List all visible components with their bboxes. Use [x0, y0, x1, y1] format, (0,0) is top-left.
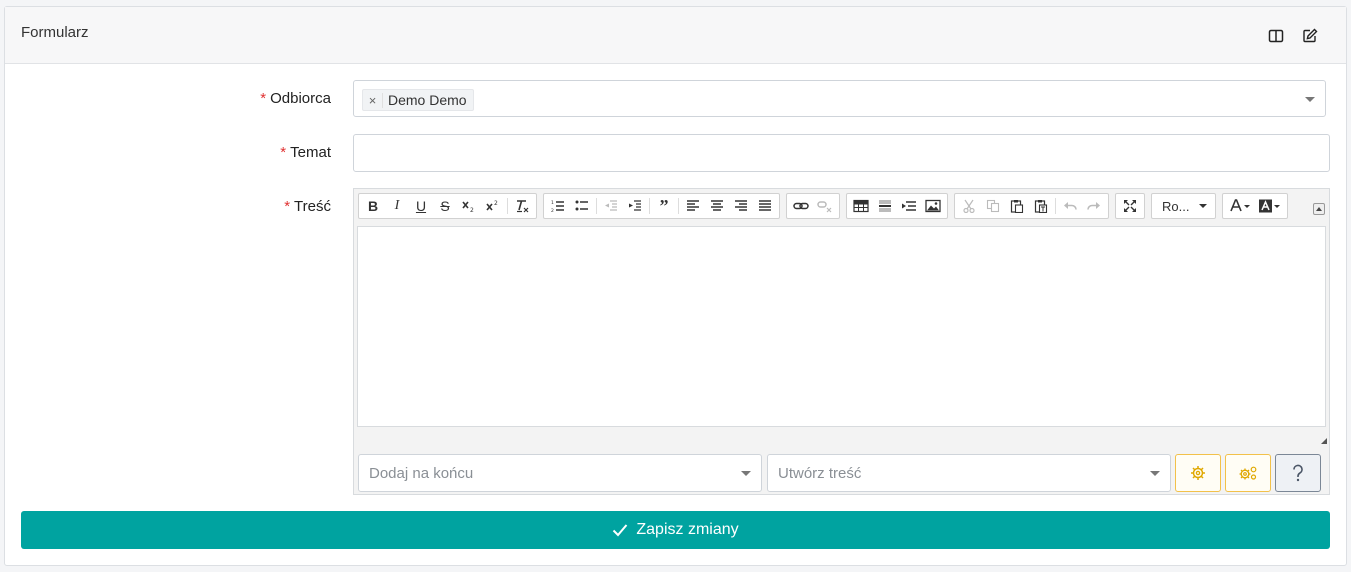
font-combo[interactable]: Ro...	[1154, 195, 1213, 217]
paste-text-icon[interactable]	[1029, 195, 1053, 217]
question-icon	[1293, 464, 1303, 482]
svg-text:2: 2	[551, 208, 554, 213]
panel-header: Formularz	[5, 7, 1346, 64]
bold-icon[interactable]: B	[361, 195, 385, 217]
undo-icon[interactable]	[1058, 195, 1082, 217]
toolbar-group-tools	[1115, 193, 1145, 219]
chevron-down-icon	[741, 471, 751, 476]
gear-icon	[1191, 466, 1205, 480]
underline-icon[interactable]: U	[409, 195, 433, 217]
recipient-select[interactable]: × Demo Demo	[353, 80, 1326, 117]
toolbar-group-links	[786, 193, 840, 219]
align-left-icon[interactable]	[681, 195, 705, 217]
toolbar-group-insert	[846, 193, 948, 219]
toolbar-collapse-button[interactable]	[1313, 203, 1325, 215]
toolbar-separator	[649, 198, 650, 214]
create-select-placeholder: Utwórz treść	[778, 465, 862, 482]
toolbar-group-basicstyles: B I U S 2 2	[358, 193, 537, 219]
align-right-icon[interactable]	[729, 195, 753, 217]
rich-text-editor: B I U S 2 2 12 ” Ro... Dodaj na końcu Ut…	[353, 188, 1330, 495]
align-center-icon[interactable]	[705, 195, 729, 217]
edit-icon	[1303, 28, 1318, 43]
numbered-list-icon[interactable]: 12	[546, 195, 570, 217]
edit-button[interactable]	[1297, 23, 1323, 49]
chevron-down-icon	[1150, 471, 1160, 476]
recipient-chip: × Demo Demo	[362, 89, 474, 111]
svg-text:2: 2	[470, 207, 474, 213]
toolbar-separator	[596, 198, 597, 214]
resize-handle-icon[interactable]	[1321, 438, 1327, 444]
strikethrough-icon[interactable]: S	[433, 195, 457, 217]
gears-icon	[1239, 466, 1257, 480]
help-button[interactable]	[1275, 454, 1321, 492]
text-color-icon[interactable]	[1225, 195, 1255, 217]
subject-label: * Temat	[280, 144, 331, 161]
columns-button[interactable]	[1263, 23, 1289, 49]
create-content-select[interactable]: Utwórz treść	[767, 454, 1171, 492]
italic-icon[interactable]: I	[385, 195, 409, 217]
toolbar-separator	[678, 198, 679, 214]
maximize-icon[interactable]	[1118, 195, 1142, 217]
redo-icon[interactable]	[1082, 195, 1106, 217]
unlink-icon[interactable]	[813, 195, 837, 217]
chip-label: Demo Demo	[388, 92, 467, 108]
subscript-icon[interactable]: 2	[457, 195, 481, 217]
required-mark: *	[280, 144, 287, 161]
toolbar-group-lists: 12 ”	[543, 193, 780, 219]
save-button[interactable]: Zapisz zmiany	[21, 511, 1330, 549]
required-mark: *	[284, 198, 291, 215]
check-icon	[613, 524, 628, 537]
blockquote-icon[interactable]: ”	[652, 195, 676, 217]
body-label-text: Treść	[294, 198, 331, 215]
toolbar-separator	[1055, 198, 1056, 214]
panel-title: Formularz	[21, 24, 89, 41]
link-icon[interactable]	[789, 195, 813, 217]
indent-icon[interactable]	[623, 195, 647, 217]
superscript-icon[interactable]: 2	[481, 195, 505, 217]
page-break-icon[interactable]	[897, 195, 921, 217]
append-select-placeholder: Dodaj na końcu	[369, 465, 474, 482]
editor-content-area[interactable]	[357, 226, 1326, 427]
recipient-label-text: Odbiorca	[270, 90, 331, 107]
image-icon[interactable]	[921, 195, 945, 217]
background-color-icon[interactable]	[1255, 195, 1285, 217]
chevron-down-icon	[1199, 204, 1208, 208]
svg-text:2: 2	[494, 200, 498, 207]
columns-icon	[1268, 29, 1284, 43]
required-mark: *	[260, 90, 267, 107]
toolbar-separator	[507, 198, 508, 214]
horizontal-line-icon[interactable]	[873, 195, 897, 217]
font-combo-label: Ro...	[1162, 198, 1190, 214]
append-select[interactable]: Dodaj na końcu	[358, 454, 762, 492]
toolbar-group-styles: Ro...	[1151, 193, 1217, 219]
subject-input[interactable]	[353, 134, 1330, 172]
align-justify-icon[interactable]	[753, 195, 777, 217]
svg-text:1: 1	[551, 200, 554, 206]
body-label: * Treść	[284, 198, 331, 215]
chip-remove-button[interactable]: ×	[363, 92, 383, 108]
form-panel: Formularz * Odbiorca × Demo Demo * Temat *…	[4, 6, 1347, 566]
advanced-settings-button[interactable]	[1225, 454, 1271, 492]
paste-icon[interactable]	[1005, 195, 1029, 217]
toolbar-group-clipboard	[954, 193, 1109, 219]
cut-icon[interactable]	[957, 195, 981, 217]
save-button-label: Zapisz zmiany	[636, 521, 739, 538]
remove-format-icon[interactable]	[510, 195, 534, 217]
toolbar-group-colors	[1222, 193, 1289, 219]
settings-button[interactable]	[1175, 454, 1221, 492]
subject-label-text: Temat	[290, 144, 331, 161]
outdent-icon[interactable]	[599, 195, 623, 217]
copy-icon[interactable]	[981, 195, 1005, 217]
bullet-list-icon[interactable]	[570, 195, 594, 217]
table-icon[interactable]	[849, 195, 873, 217]
editor-toolbar: B I U S 2 2 12 ” Ro...	[358, 193, 1294, 219]
chevron-down-icon	[1305, 97, 1315, 102]
recipient-label: * Odbiorca	[260, 90, 331, 107]
